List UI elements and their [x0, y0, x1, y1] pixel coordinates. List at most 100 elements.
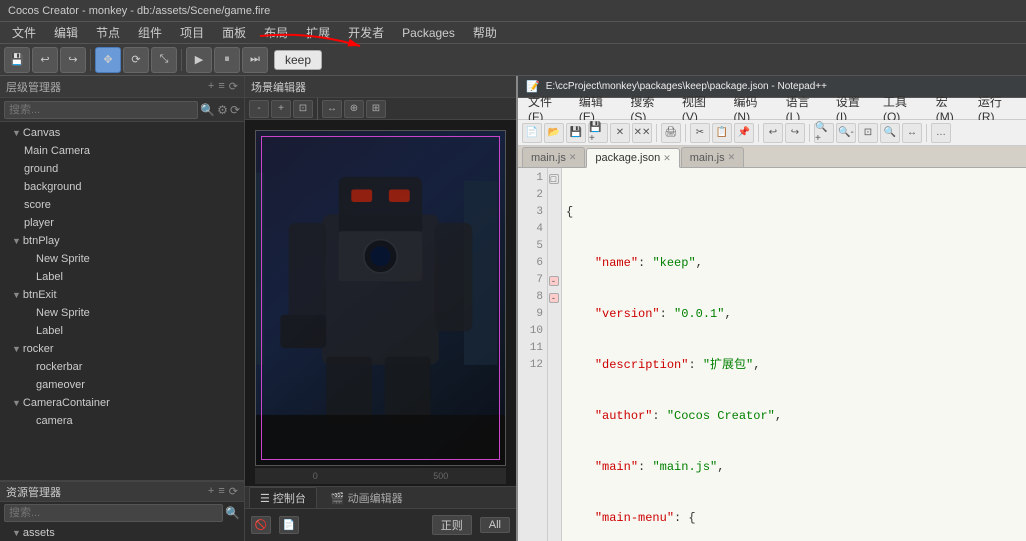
np-tab-main-js-1-label: main.js	[531, 152, 566, 164]
np-tab-package-json-close[interactable]: ✕	[663, 153, 671, 164]
tree-item-gameover[interactable]: gameover	[0, 376, 244, 394]
menu-dev[interactable]: 开发者	[340, 22, 392, 43]
menu-help[interactable]: 帮助	[465, 22, 505, 43]
np-tab-main-js-2-close[interactable]: ✕	[728, 152, 736, 163]
np-btn-more[interactable]: …	[931, 123, 951, 143]
np-tab-main-js-1-close[interactable]: ✕	[569, 152, 577, 163]
tree-item-background[interactable]: background	[0, 178, 244, 196]
toolbar-btn-play[interactable]: ▶	[186, 47, 212, 73]
hierarchy-menu-icon[interactable]: ≡	[218, 80, 224, 93]
scene-tool-fit[interactable]: ⊡	[293, 100, 313, 118]
hierarchy-refresh-icon[interactable]: ⟳	[229, 80, 238, 93]
btnplay-label: btnPlay	[23, 235, 60, 247]
np-btn-undo[interactable]: ↩	[763, 123, 783, 143]
np-btn-close-all[interactable]: ✕✕	[632, 123, 652, 143]
np-btn-save[interactable]: 💾	[566, 123, 586, 143]
menu-panel[interactable]: 面板	[214, 22, 254, 43]
np-btn-save-all[interactable]: 💾+	[588, 123, 608, 143]
ln-8: 8	[518, 289, 543, 306]
tree-item-new-sprite-2[interactable]: New Sprite	[0, 304, 244, 322]
assets-title: 资源管理器	[6, 484, 61, 500]
toolbar-btn-scale[interactable]: ⤡	[151, 47, 177, 73]
toolbar-btn-save[interactable]: 💾	[4, 47, 30, 73]
tree-item-canvas[interactable]: ▼ Canvas	[0, 124, 244, 142]
np-tab-main-js-2[interactable]: main.js ✕	[681, 147, 744, 167]
menu-node[interactable]: 节点	[88, 22, 128, 43]
hierarchy-search-icon[interactable]: 🔍	[200, 103, 215, 117]
ln-11: 11	[518, 340, 543, 357]
fold-1[interactable]: □	[549, 174, 559, 184]
btnexit-label: btnExit	[23, 289, 57, 301]
assets-add-icon[interactable]: +	[208, 485, 214, 498]
np-tab-main-js-1[interactable]: main.js ✕	[522, 147, 585, 167]
console-btn-save[interactable]: 📄	[279, 516, 299, 534]
np-btn-zoom-out[interactable]: 🔍-	[836, 123, 856, 143]
tree-item-rockerbar[interactable]: rockerbar	[0, 358, 244, 376]
menu-layout[interactable]: 布局	[256, 22, 296, 43]
toolbar-btn-move[interactable]: ✥	[95, 47, 121, 73]
tree-item-btnexit[interactable]: ▼ btnExit	[0, 286, 244, 304]
assets-menu-icon[interactable]: ≡	[218, 485, 224, 498]
np-btn-print[interactable]: 🖨	[661, 123, 681, 143]
assets-refresh-icon[interactable]: ⟳	[229, 485, 238, 498]
hierarchy-add-icon[interactable]: +	[208, 80, 214, 93]
tree-item-player[interactable]: player	[0, 214, 244, 232]
tree-item-ground[interactable]: ground	[0, 160, 244, 178]
np-btn-open[interactable]: 📂	[544, 123, 564, 143]
tree-item-btnplay[interactable]: ▼ btnPlay	[0, 232, 244, 250]
menu-extend[interactable]: 扩展	[298, 22, 338, 43]
console-btn-clear[interactable]: 🚫	[251, 516, 271, 534]
toolbar-btn-redo[interactable]: ↪	[60, 47, 86, 73]
scene-tool-1[interactable]: ↔	[322, 100, 342, 118]
np-btn-zoom-in[interactable]: 🔍+	[814, 123, 834, 143]
scene-tool-zoom-out[interactable]: -	[249, 100, 269, 118]
tab-console[interactable]: ☰ 控制台	[249, 487, 317, 508]
toolbar-btn-pause[interactable]: ⏸	[214, 47, 240, 73]
np-btn-close[interactable]: ✕	[610, 123, 630, 143]
hierarchy-refresh-btn[interactable]: ⟳	[230, 103, 240, 117]
tree-item-label-2[interactable]: Label	[0, 322, 244, 340]
status-all[interactable]: All	[480, 517, 510, 533]
toolbar-btn-step[interactable]: ⏭	[242, 47, 268, 73]
tree-item-score[interactable]: score	[0, 196, 244, 214]
scene-canvas[interactable]: 0 500	[245, 120, 516, 486]
toolbar-btn-rotate[interactable]: ⟳	[123, 47, 149, 73]
np-btn-copy[interactable]: 📋	[712, 123, 732, 143]
np-btn-search[interactable]: 🔍	[880, 123, 900, 143]
tree-item-new-sprite-1[interactable]: New Sprite	[0, 250, 244, 268]
tree-item-camera-container[interactable]: ▼ CameraContainer	[0, 394, 244, 412]
np-btn-paste[interactable]: 📌	[734, 123, 754, 143]
assets-root[interactable]: ▼ assets	[0, 524, 244, 541]
fold-8[interactable]: -	[549, 293, 559, 303]
menu-edit[interactable]: 编辑	[46, 22, 86, 43]
menu-component[interactable]: 组件	[130, 22, 170, 43]
toolbar-btn-undo[interactable]: ↩	[32, 47, 58, 73]
tree-item-rocker[interactable]: ▼ rocker	[0, 340, 244, 358]
np-code-area[interactable]: { "name": "keep", "version": "0.0.1", "d…	[562, 168, 1026, 541]
fold-7[interactable]: -	[549, 276, 559, 286]
np-tab-package-json[interactable]: package.json ✕	[586, 148, 679, 168]
tab-animation[interactable]: 🎬 动画编辑器	[321, 488, 413, 508]
hierarchy-search-input[interactable]	[4, 101, 198, 119]
np-btn-redo[interactable]: ↪	[785, 123, 805, 143]
hierarchy-filter-icon[interactable]: ⚙	[217, 103, 228, 117]
scene-tool-2[interactable]: ⊕	[344, 100, 364, 118]
assets-search-icon[interactable]: 🔍	[225, 506, 240, 520]
assets-search-input[interactable]	[4, 504, 223, 522]
np-btn-zoom-reset[interactable]: ⊡	[858, 123, 878, 143]
scene-tool-zoom-in[interactable]: +	[271, 100, 291, 118]
np-btn-cut[interactable]: ✂	[690, 123, 710, 143]
status-regex[interactable]: 正则	[432, 515, 472, 535]
tree-item-label-1[interactable]: Label	[0, 268, 244, 286]
tree-item-camera[interactable]: camera	[0, 412, 244, 430]
np-btn-new[interactable]: 📄	[522, 123, 542, 143]
keep-badge[interactable]: keep	[274, 50, 322, 70]
menu-packages[interactable]: Packages	[394, 24, 463, 42]
menu-file[interactable]: 文件	[4, 22, 44, 43]
menu-project[interactable]: 项目	[172, 22, 212, 43]
tree-item-main-camera[interactable]: Main Camera	[0, 142, 244, 160]
camera-container-label: CameraContainer	[23, 397, 110, 409]
camera-container-arrow: ▼	[12, 398, 21, 408]
np-btn-replace[interactable]: ↔	[902, 123, 922, 143]
scene-tool-3[interactable]: ⊞	[366, 100, 386, 118]
